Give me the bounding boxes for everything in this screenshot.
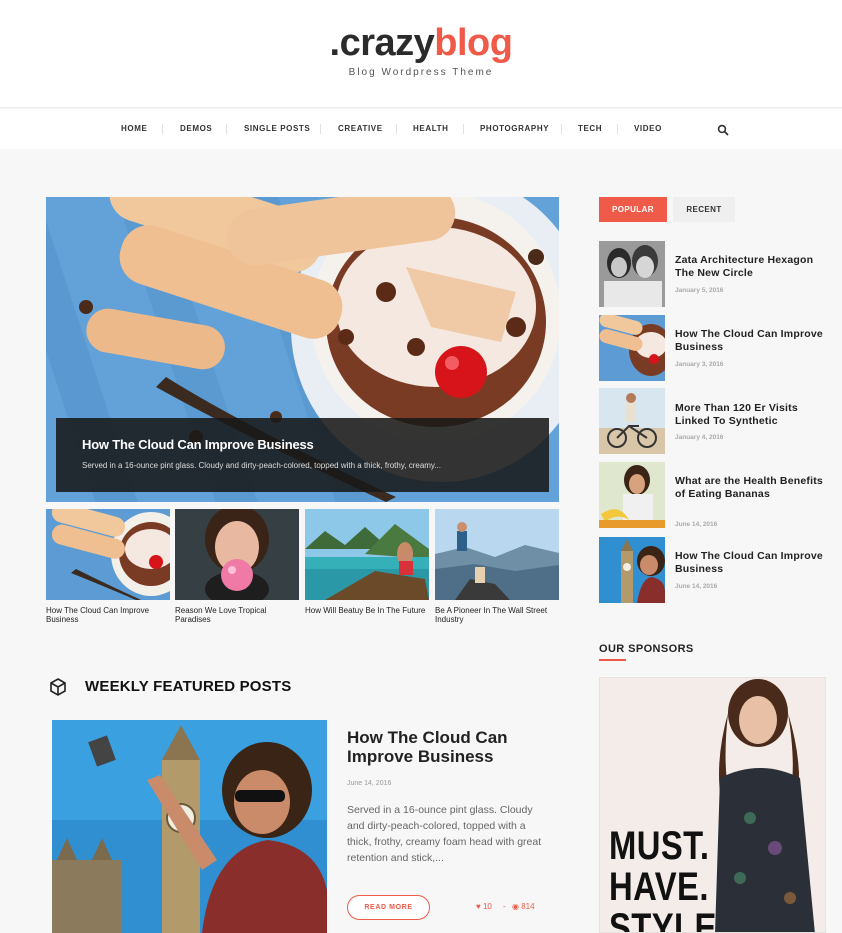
sponsors-underline — [599, 659, 626, 661]
sidebar-post-date-5: June 14, 2016 — [675, 583, 718, 590]
nav-item-health[interactable]: HEALTH — [413, 124, 448, 133]
views-value: 814 — [521, 902, 535, 911]
heart-icon: ♥ — [476, 902, 481, 911]
couple-bw-image — [599, 241, 665, 307]
sidebar-post-title-4[interactable]: What are the Health Benefits of Eating B… — [675, 475, 825, 501]
nav-item-tech[interactable]: TECH — [578, 124, 602, 133]
logo-red-text: blog — [434, 22, 513, 64]
nav-item-photography[interactable]: PHOTOGRAPHY — [480, 124, 549, 133]
sidebar-post-date-3: January 4, 2016 — [675, 434, 724, 441]
tab-recent[interactable]: RECENT — [673, 197, 735, 222]
logo-dark-text: .crazy — [329, 22, 435, 64]
hero-post[interactable]: How The Cloud Can Improve Business Serve… — [46, 197, 559, 502]
nav-item-demos[interactable]: DEMOS — [180, 124, 212, 133]
views-count: ◉ 814 — [512, 902, 535, 911]
sponsors-heading: OUR SPONSORS — [599, 643, 694, 655]
thumb-caption-4[interactable]: Be A Pioneer In The Wall Street Industry — [435, 606, 559, 624]
nav-separator — [463, 124, 464, 134]
sidebar-post-image-5[interactable] — [599, 537, 665, 603]
site-tagline: Blog Wordpress Theme — [348, 67, 494, 78]
nav-separator — [617, 124, 618, 134]
thumb-caption-1[interactable]: How The Cloud Can Improve Business — [46, 606, 170, 624]
featured-post-image[interactable] — [52, 720, 327, 933]
nav-item-creative[interactable]: CREATIVE — [338, 124, 383, 133]
nav-separator — [396, 124, 397, 134]
sidebar-post-date-2: January 3, 2016 — [675, 361, 724, 368]
sidebar-post-title-2[interactable]: How The Cloud Can Improve Business — [675, 328, 825, 354]
featured-post-title[interactable]: How The Cloud Can Improve Business — [347, 728, 547, 766]
nav-separator — [320, 124, 321, 134]
cube-icon — [50, 678, 66, 696]
hero-excerpt: Served in a 16-ounce pint glass. Cloudy … — [82, 461, 441, 470]
nav-separator — [561, 124, 562, 134]
sidebar-post-date-4: June 14, 2016 — [675, 521, 718, 528]
sidebar-post-title-5[interactable]: How The Cloud Can Improve Business — [675, 550, 825, 576]
sidebar-post-image-4[interactable] — [599, 462, 665, 528]
site-logo[interactable]: .crazyblog — [0, 22, 842, 65]
thumb-image-2[interactable] — [175, 509, 299, 600]
sidebar-post-image-1[interactable] — [599, 241, 665, 307]
nav-item-home[interactable]: HOME — [121, 124, 147, 133]
thumb-caption-3[interactable]: How Will Beatuy Be In The Future — [305, 606, 429, 615]
thumb-bubblegum-image — [175, 509, 299, 600]
featured-post-excerpt: Served in a 16-ounce pint glass. Cloudy … — [347, 804, 542, 864]
sidebar-post-title-3[interactable]: More Than 120 Er Visits Linked To Synthe… — [675, 402, 825, 428]
nav-separator — [226, 124, 227, 134]
eye-icon: ◉ — [512, 902, 519, 911]
hero-title[interactable]: How The Cloud Can Improve Business — [82, 437, 314, 452]
thumb-caption-2[interactable]: Reason We Love Tropical Paradises — [175, 606, 299, 624]
bananas-image — [599, 462, 665, 528]
nav-item-single-posts[interactable]: SINGLE POSTS — [244, 124, 310, 133]
featured-selfie-image — [52, 720, 327, 933]
sponsor-ad-banner[interactable]: MUST. HAVE. STYLE. — [599, 677, 826, 933]
bicycle-image — [599, 388, 665, 454]
thumb-beach-image — [305, 509, 429, 600]
featured-post-date: June 14, 2016 — [347, 780, 392, 787]
sidebar-post-image-2[interactable] — [599, 315, 665, 381]
meta-separator: - — [503, 902, 506, 911]
hero-caption-box: How The Cloud Can Improve Business Serve… — [56, 418, 549, 492]
weekly-featured-heading: WEEKLY FEATURED POSTS — [85, 678, 292, 695]
sponsor-ad-text: MUST. HAVE. STYLE. — [609, 826, 726, 933]
thumb-image-1[interactable] — [46, 509, 170, 600]
tab-popular[interactable]: POPULAR — [599, 197, 667, 222]
ad-line-2: HAVE. — [609, 865, 709, 909]
likes-value: 10 — [482, 902, 492, 911]
main-nav: HOME DEMOS SINGLE POSTS CREATIVE HEALTH … — [0, 109, 842, 149]
nav-separator — [162, 124, 163, 134]
thumb-image-3[interactable] — [305, 509, 429, 600]
dessert-image — [599, 315, 665, 381]
ad-line-1: MUST. — [609, 824, 710, 868]
nav-item-video[interactable]: VIDEO — [634, 124, 662, 133]
search-icon[interactable] — [717, 124, 729, 136]
sidebar-post-title-1[interactable]: Zata Architecture Hexagon The New Circle — [675, 254, 825, 280]
sidebar-post-image-3[interactable] — [599, 388, 665, 454]
selfie-image — [599, 537, 665, 603]
thumb-image-4[interactable] — [435, 509, 559, 600]
likes-count[interactable]: ♥ 10 — [476, 902, 492, 911]
sidebar-post-date-1: January 5, 2016 — [675, 287, 724, 294]
site-header: .crazyblog Blog Wordpress Theme — [0, 0, 842, 108]
thumb-mountain-image — [435, 509, 559, 600]
read-more-button[interactable]: READ MORE — [347, 895, 430, 920]
thumb-dessert-image — [46, 509, 170, 600]
ad-line-3: STYLE. — [609, 906, 727, 933]
